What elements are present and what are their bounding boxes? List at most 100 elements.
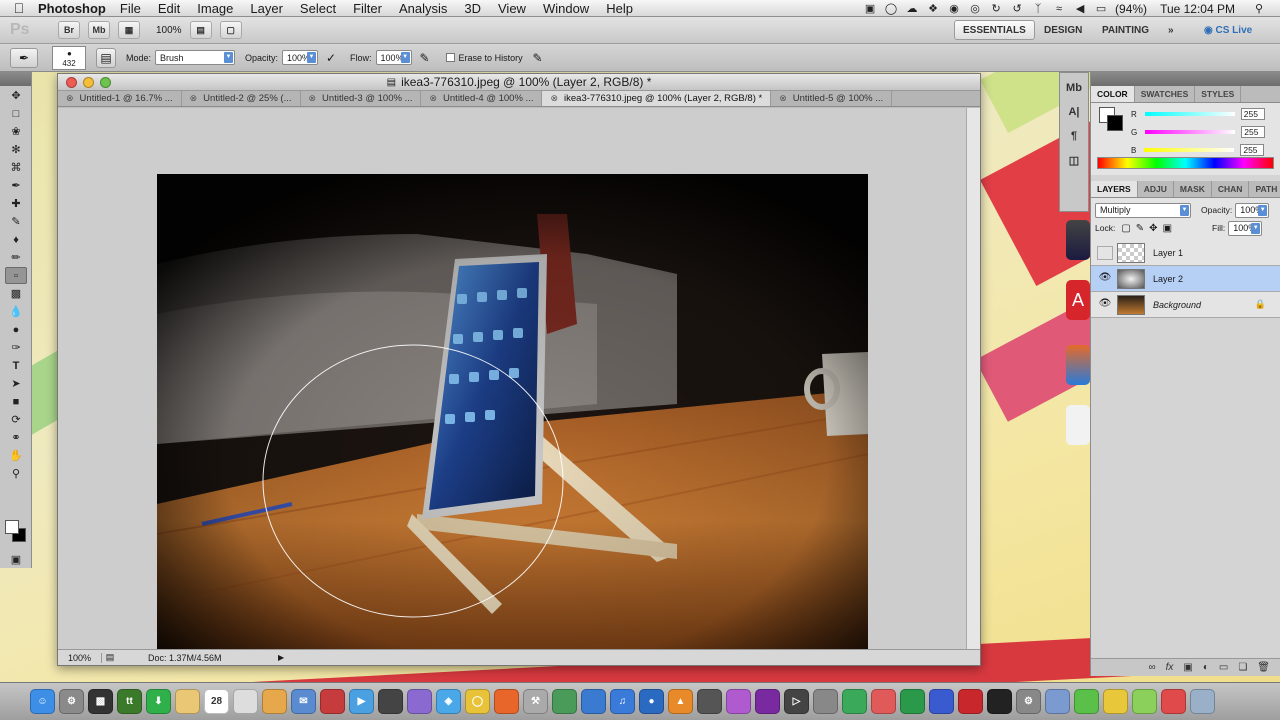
quick-mask-icon[interactable]: ▣ xyxy=(5,551,27,568)
minimize-window-button[interactable] xyxy=(83,77,94,88)
workspace-painting[interactable]: PAINTING xyxy=(1094,20,1157,40)
safari-icon[interactable]: ◈ xyxy=(436,689,461,714)
facetime-icon[interactable]: ▶ xyxy=(349,689,374,714)
desktop-app-icon-3[interactable] xyxy=(1066,345,1090,385)
menu-file[interactable]: File xyxy=(120,1,141,16)
add-mask-icon[interactable]: ▣ xyxy=(1183,662,1192,673)
blend-mode-select[interactable]: Multiply ▼ xyxy=(1095,202,1191,218)
tab-swatches[interactable]: SWATCHES xyxy=(1135,86,1196,102)
doc-tab-untitled-5[interactable]: ⊗ Untitled-5 @ 100% ... xyxy=(771,91,893,106)
menu-view[interactable]: View xyxy=(498,1,526,16)
dashboard-icon[interactable] xyxy=(813,689,838,714)
view-extras-button[interactable]: ▦ xyxy=(118,21,140,39)
notes-icon[interactable] xyxy=(175,689,200,714)
spotlight-icon[interactable]: ⚲ xyxy=(1252,3,1266,15)
menu-window[interactable]: Window xyxy=(543,1,589,16)
blue-value[interactable]: 255 xyxy=(1240,144,1265,156)
red-value[interactable]: 255 xyxy=(1240,108,1265,120)
gradient-tool-icon[interactable]: ▩ xyxy=(5,285,27,302)
clapper-icon[interactable] xyxy=(697,689,722,714)
menu-filter[interactable]: Filter xyxy=(353,1,382,16)
color-panel-header[interactable] xyxy=(1091,72,1280,86)
acrobat-dock-icon[interactable] xyxy=(958,689,983,714)
zoom-level-select[interactable]: 100% xyxy=(156,25,182,36)
lock-transparency-icon[interactable]: ▢ xyxy=(1121,223,1130,234)
vlc-icon[interactable]: ▲ xyxy=(668,689,693,714)
character-panel-icon[interactable]: A| xyxy=(1063,103,1085,121)
move-tool-icon[interactable]: ✥ xyxy=(5,87,27,104)
xcode-icon[interactable] xyxy=(581,689,606,714)
marquee-tool-icon[interactable]: □ xyxy=(5,105,27,122)
chat-icon[interactable]: ◯ xyxy=(884,3,898,15)
eraser-tool-icon[interactable]: ▫ xyxy=(5,267,27,284)
textmate-icon[interactable]: tt xyxy=(117,689,142,714)
red-stack-icon[interactable] xyxy=(1161,689,1186,714)
notification-app-icon[interactable] xyxy=(320,689,345,714)
3d-rotate-tool-icon[interactable]: ⟳ xyxy=(5,411,27,428)
tab-layers[interactable]: LAYERS xyxy=(1091,181,1138,197)
clone-source-panel-icon[interactable]: ◫ xyxy=(1063,151,1085,169)
gear-app-icon[interactable]: ⚙ xyxy=(1016,689,1041,714)
adjustment-layer-icon[interactable]: ◐ xyxy=(1203,662,1209,673)
eye-status-icon[interactable]: ◎ xyxy=(968,3,982,15)
doc-tab-untitled-2[interactable]: ⊗ Untitled-2 @ 25% (... xyxy=(182,91,301,106)
path-selection-tool-icon[interactable]: ➤ xyxy=(5,375,27,392)
doc-tab-untitled-1[interactable]: ⊗ Untitled-1 @ 16.7% ... xyxy=(58,91,182,106)
leaf-stack-icon[interactable] xyxy=(1132,689,1157,714)
healing-brush-tool-icon[interactable]: ✚ xyxy=(5,195,27,212)
menu-image[interactable]: Image xyxy=(197,1,233,16)
doc-tab-untitled-3[interactable]: ⊗ Untitled-3 @ 100% ... xyxy=(301,91,422,106)
visibility-off-icon[interactable] xyxy=(1097,245,1113,260)
box-app-icon[interactable] xyxy=(407,689,432,714)
screenflow-icon[interactable] xyxy=(726,689,751,714)
tab-paths[interactable]: PATH xyxy=(1249,181,1280,197)
eye-icon[interactable]: 👁 xyxy=(1097,298,1113,312)
timemachine-icon[interactable]: ↺ xyxy=(1010,3,1024,15)
zoom-tool-icon[interactable]: ⚲ xyxy=(5,465,27,482)
opacity-input[interactable]: 100% ▼ xyxy=(282,50,319,65)
status-zoom[interactable]: 100% xyxy=(58,652,102,663)
doc-tab-untitled-4[interactable]: ⊗ Untitled-4 @ 100% ... xyxy=(421,91,543,106)
desktop-cloud-icon[interactable] xyxy=(1066,405,1090,445)
workspace-design[interactable]: DESIGN xyxy=(1036,20,1090,40)
3d-orbit-tool-icon[interactable]: ⚭ xyxy=(5,429,27,446)
camera-icon[interactable]: ▣ xyxy=(863,3,877,15)
trash-icon[interactable]: 🗑 xyxy=(1257,662,1270,673)
package-icon[interactable] xyxy=(262,689,287,714)
layer-name[interactable]: Background xyxy=(1153,300,1201,310)
layer-name[interactable]: Layer 1 xyxy=(1153,248,1183,258)
color-bg-swatch[interactable] xyxy=(1107,115,1123,131)
lock-all-icon[interactable]: ▣ xyxy=(1163,223,1172,234)
green-stack-icon[interactable] xyxy=(1074,689,1099,714)
new-layer-icon[interactable]: ❏ xyxy=(1238,662,1247,673)
globe-icon[interactable]: ● xyxy=(639,689,664,714)
arrange-documents-button[interactable]: ▤ xyxy=(189,21,212,39)
dropbox-icon[interactable]: ❖ xyxy=(926,3,940,15)
green-value[interactable]: 255 xyxy=(1241,126,1266,138)
lock-pixels-icon[interactable]: ✎ xyxy=(1136,223,1144,234)
menu-select[interactable]: Select xyxy=(300,1,336,16)
paragraph-panel-icon[interactable]: ¶ xyxy=(1063,127,1085,145)
preview-icon[interactable] xyxy=(929,689,954,714)
mode-select[interactable]: Brush ▼ xyxy=(155,50,236,65)
vertical-scrollbar[interactable] xyxy=(966,108,980,650)
excel-icon[interactable] xyxy=(900,689,925,714)
status-options-icon[interactable]: ▤ xyxy=(102,652,118,663)
cs-live-button[interactable]: ◉ CS Live xyxy=(1196,20,1260,40)
mail-icon[interactable]: ✉ xyxy=(291,689,316,714)
activity-monitor-icon[interactable]: ▩ xyxy=(88,689,113,714)
quick-selection-tool-icon[interactable]: ✻ xyxy=(5,141,27,158)
green-slider[interactable] xyxy=(1145,130,1236,134)
lock-position-icon[interactable]: ✥ xyxy=(1149,223,1157,234)
close-window-button[interactable] xyxy=(66,77,77,88)
clone-stamp-tool-icon[interactable]: ♦ xyxy=(5,231,27,248)
type-tool-icon[interactable]: T xyxy=(5,357,27,374)
layer-row-layer-2[interactable]: 👁 Layer 2 xyxy=(1091,266,1280,292)
close-icon[interactable]: ⊗ xyxy=(190,93,198,104)
brush-tool-icon[interactable]: ✎ xyxy=(5,213,27,230)
lasso-tool-icon[interactable]: ❀ xyxy=(5,123,27,140)
layer-name[interactable]: Layer 2 xyxy=(1153,274,1183,284)
erase-to-history-checkbox[interactable] xyxy=(445,53,455,62)
folder-stack-icon[interactable] xyxy=(1045,689,1070,714)
bridge-button[interactable]: Br xyxy=(58,21,80,39)
